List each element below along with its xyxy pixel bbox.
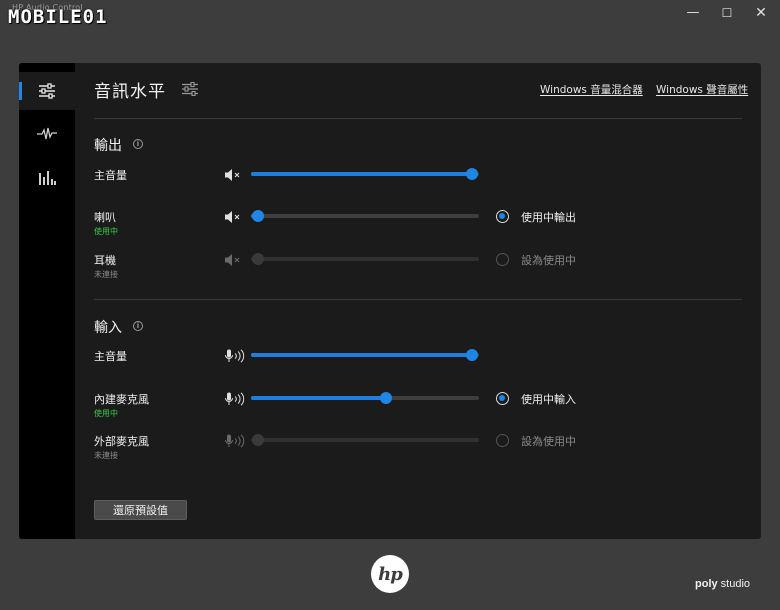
hp-logo: hp <box>371 555 409 593</box>
speaker-label: 喇叭 <box>94 211 116 224</box>
divider <box>94 299 742 300</box>
output-section-title: 輸出 <box>94 138 122 154</box>
headphones-label: 耳機 <box>94 254 116 267</box>
speaker-mute-icon <box>224 252 244 271</box>
slider-fill <box>251 353 472 357</box>
slider-fill <box>251 396 386 400</box>
builtin-mic-label: 內建麥克風 <box>94 393 149 406</box>
poly-studio-logo: poly studio <box>695 578 751 590</box>
headphones-set-active-radio <box>496 253 509 266</box>
sliders-icon <box>38 83 56 99</box>
minimize-button[interactable]: — <box>680 4 706 22</box>
sidebar <box>19 63 75 539</box>
speaker-mute-icon[interactable] <box>224 209 244 228</box>
builtin-mic-active-radio[interactable] <box>496 392 509 405</box>
external-mic-slider <box>251 434 479 446</box>
maximize-button[interactable]: ☐ <box>714 4 740 22</box>
title-bar: HP Audio Control MOBILE01 — ☐ ✕ <box>0 0 780 28</box>
speaker-radio-label: 使用中輸出 <box>521 211 576 224</box>
builtin-mic-radio-label: 使用中輸入 <box>521 393 576 406</box>
info-icon[interactable]: i <box>133 321 143 331</box>
builtin-mic-slider[interactable] <box>251 392 479 404</box>
windows-sound-properties-link[interactable]: Windows 聲音屬性 <box>656 82 748 97</box>
builtin-mic-status: 使用中 <box>94 409 118 418</box>
reset-defaults-button[interactable]: 還原預設值 <box>94 500 187 520</box>
input-master-slider[interactable] <box>251 349 479 361</box>
slider-thumb[interactable] <box>466 168 478 180</box>
microphone-icon[interactable] <box>224 391 246 410</box>
settings-sliders-icon[interactable] <box>182 81 198 100</box>
divider <box>94 118 742 119</box>
slider-thumb[interactable] <box>252 210 264 222</box>
input-master-label: 主音量 <box>94 350 127 363</box>
watermark: MOBILE01 <box>8 6 108 28</box>
equalizer-icon <box>38 169 56 185</box>
speaker-status: 使用中 <box>94 227 118 236</box>
waveform-icon <box>37 127 57 141</box>
speaker-active-radio[interactable] <box>496 210 509 223</box>
sidebar-item-levels[interactable] <box>19 72 75 110</box>
slider-fill <box>251 172 472 176</box>
external-mic-status: 未連接 <box>94 451 118 460</box>
content-area: 音訊水平 Windows 音量混合器 Windows 聲音屬性 輸出 i 主音量… <box>75 63 761 539</box>
slider-thumb <box>252 434 264 446</box>
external-mic-set-active-radio <box>496 434 509 447</box>
close-button[interactable]: ✕ <box>748 4 774 22</box>
speaker-slider[interactable] <box>251 210 479 222</box>
speaker-mute-icon[interactable] <box>224 167 244 186</box>
external-mic-label: 外部麥克風 <box>94 435 149 448</box>
slider-thumb[interactable] <box>466 349 478 361</box>
external-mic-radio-label: 設為使用中 <box>521 435 576 448</box>
slider-thumb <box>252 253 264 265</box>
hp-logo-text: hp <box>378 563 403 585</box>
output-master-label: 主音量 <box>94 169 127 182</box>
sidebar-item-equalizer[interactable] <box>19 158 75 196</box>
info-icon[interactable]: i <box>133 139 143 149</box>
input-section-title: 輸入 <box>94 320 122 336</box>
output-master-slider[interactable] <box>251 168 479 180</box>
main-panel: 音訊水平 Windows 音量混合器 Windows 聲音屬性 輸出 i 主音量… <box>19 63 761 539</box>
headphones-slider <box>251 253 479 265</box>
sidebar-item-waveform[interactable] <box>19 115 75 153</box>
headphones-status: 未連接 <box>94 270 118 279</box>
headphones-radio-label: 設為使用中 <box>521 254 576 267</box>
microphone-icon[interactable] <box>224 348 246 367</box>
slider-thumb[interactable] <box>380 392 392 404</box>
microphone-icon <box>224 433 246 452</box>
windows-volume-mixer-link[interactable]: Windows 音量混合器 <box>540 82 643 97</box>
page-title: 音訊水平 <box>94 82 166 102</box>
